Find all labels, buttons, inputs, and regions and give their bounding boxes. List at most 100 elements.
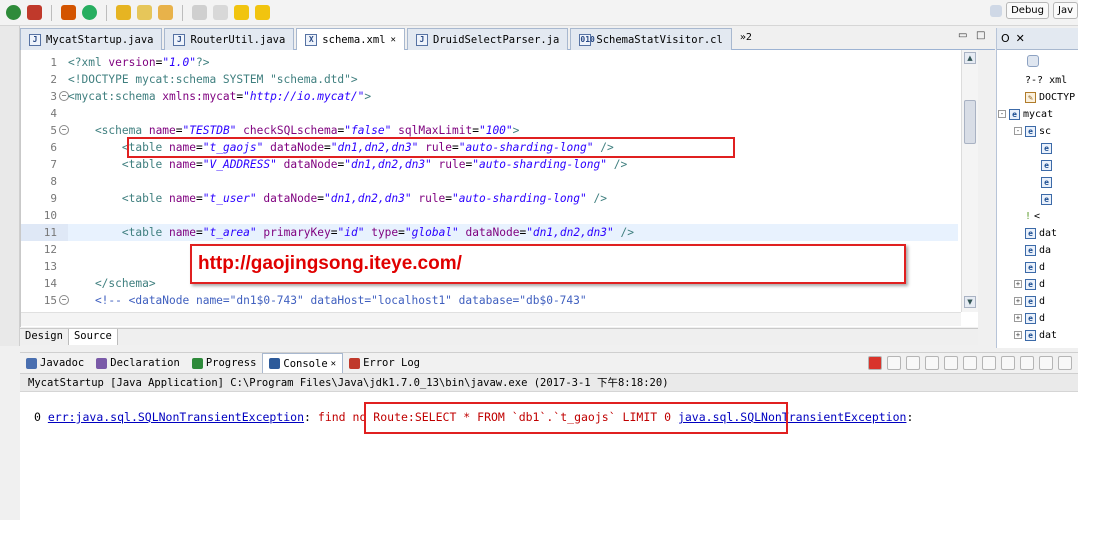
bottom-tab[interactable]: Declaration	[90, 353, 186, 373]
close-icon[interactable]: ✕	[1016, 32, 1025, 45]
terminate-icon[interactable]	[868, 356, 882, 370]
new-class-icon[interactable]	[82, 5, 97, 20]
open-folder-icon[interactable]	[116, 5, 131, 20]
outline-row[interactable]: e	[997, 191, 1078, 208]
code-line[interactable]	[68, 105, 958, 122]
bottom-tab[interactable]: Javadoc	[20, 353, 90, 373]
open-type-icon[interactable]	[137, 5, 152, 20]
outline-row[interactable]: + e d	[997, 293, 1078, 310]
editor-tab[interactable]: 010 SchemaStatVisitor.cl	[570, 28, 732, 50]
debug-perspective-button[interactable]: Debug	[1006, 2, 1049, 19]
bottom-tab[interactable]: Error Log	[343, 353, 426, 373]
collapse-icon[interactable]: -	[998, 110, 1006, 118]
new-package-icon[interactable]	[61, 5, 76, 20]
scroll-up-icon[interactable]: ▲	[964, 52, 976, 64]
outline-panel: O ✕ ?-? xml ✎ DOCTYP - e mycat - e sc e e e e! < e dat e…	[996, 28, 1078, 348]
outline-row[interactable]: e da	[997, 242, 1078, 259]
tab-source[interactable]: Source	[68, 329, 118, 345]
scroll-down-icon[interactable]: ▼	[964, 296, 976, 308]
editor-tab[interactable]: Xschema.xml ✕	[296, 28, 405, 50]
code-token: <table	[68, 226, 170, 239]
code-line[interactable]: <?xml version="1.0"?>	[68, 54, 958, 71]
remove-all-icon[interactable]	[906, 356, 920, 370]
code-line[interactable]: <!-- <dataNode name="dn1$0-743" dataHost…	[68, 292, 958, 309]
outline-row[interactable]: + e dat	[997, 327, 1078, 344]
scroll-lock-icon[interactable]	[944, 356, 958, 370]
bottom-tab[interactable]: Console ✕	[262, 353, 344, 373]
outline-row[interactable]: - e sc	[997, 123, 1078, 140]
editor-tab[interactable]: J RouterUtil.java	[164, 28, 295, 50]
outline-row[interactable]: ?-? xml	[997, 72, 1078, 89]
java-file-icon: J	[173, 33, 186, 46]
editor-horizontal-scrollbar[interactable]	[21, 312, 961, 326]
outline-row[interactable]: ed	[997, 259, 1078, 276]
new-console-icon[interactable]	[1039, 356, 1053, 370]
bottom-tab[interactable]: Progress	[186, 353, 263, 373]
line-number: 12	[43, 243, 57, 256]
editor-vertical-scrollbar[interactable]: ▲ ▼	[961, 50, 978, 312]
outline-row[interactable]: ✎ DOCTYP	[997, 89, 1078, 106]
outline-row-label: sc	[1039, 126, 1052, 137]
pin-icon[interactable]	[213, 5, 228, 20]
external-tools-icon[interactable]	[27, 5, 42, 20]
outline-row-label: dat	[1039, 330, 1058, 341]
annotation-icon[interactable]	[192, 5, 207, 20]
remove-launch-icon[interactable]	[887, 356, 901, 370]
debug-run-icon[interactable]	[6, 5, 21, 20]
xml-element-icon: e	[1025, 312, 1036, 324]
java-perspective-button[interactable]: Jav	[1053, 2, 1078, 19]
show-on-output-icon[interactable]	[982, 356, 996, 370]
scroll-thumb[interactable]	[964, 100, 976, 144]
outline-row[interactable]: e	[997, 140, 1078, 157]
close-icon[interactable]: ✕	[331, 359, 336, 369]
code-line[interactable]: <table name="t_user" dataNode="dn1,dn2,d…	[68, 190, 958, 207]
open-perspective-icon[interactable]	[990, 4, 1003, 17]
outline-row[interactable]: + e d	[997, 276, 1078, 293]
outline-row[interactable]: + e d	[997, 310, 1078, 327]
outline-row[interactable]: e	[997, 157, 1078, 174]
word-wrap-icon[interactable]	[963, 356, 977, 370]
editor-tab[interactable]: J MycatStartup.java	[20, 28, 163, 50]
code-line[interactable]	[68, 207, 958, 224]
clear-console-icon[interactable]	[925, 356, 939, 370]
editor-tab[interactable]: J DruidSelectParser.ja	[406, 28, 569, 50]
display-console-icon[interactable]	[1020, 356, 1034, 370]
bottom-tab-label: Error Log	[363, 357, 420, 369]
view-menu-icon[interactable]	[1058, 356, 1072, 370]
code-token: =	[175, 124, 183, 137]
code-line[interactable]	[68, 173, 958, 190]
back-arrow-icon[interactable]	[234, 5, 249, 20]
collapse-icon[interactable]: -	[1014, 127, 1022, 135]
code-token: dataNode	[263, 192, 318, 205]
expand-icon[interactable]: +	[1014, 297, 1022, 305]
maximize-icon[interactable]: □	[976, 30, 985, 41]
expand-icon[interactable]: +	[1014, 280, 1022, 288]
minimize-icon[interactable]: ▭	[958, 30, 967, 41]
exception-link[interactable]: err:java.sql.SQLNonTransientException	[48, 410, 304, 424]
outline-row[interactable]: e dat	[997, 225, 1078, 242]
search-icon[interactable]	[158, 5, 173, 20]
code-line[interactable]: <mycat:schema xmlns:mycat="http://io.myc…	[68, 88, 958, 105]
highlight-box-error	[364, 402, 788, 434]
outline-row[interactable]: - e mycat	[997, 106, 1078, 123]
code-line[interactable]: <table name="V_ADDRESS" dataNode="dn1,dn…	[68, 156, 958, 173]
close-icon[interactable]: ✕	[391, 35, 396, 45]
pin-console-icon[interactable]	[1001, 356, 1015, 370]
more-tabs-button[interactable]: »2	[734, 28, 758, 49]
xml-editor[interactable]: 1 2 3−4 5−6 7 8 9 10 11 12 13 14 15− <?xml version="…	[20, 50, 978, 327]
outline-tree[interactable]: ?-? xml ✎ DOCTYP - e mycat - e sc e e e e! < e dat e da e d…	[997, 72, 1078, 344]
code-line[interactable]: <!DOCTYPE mycat:schema SYSTEM "schema.dt…	[68, 71, 958, 88]
console-output[interactable]: 0 err:java.sql.SQLNonTransientException:…	[20, 392, 1078, 524]
outline-tab[interactable]: O	[1001, 32, 1010, 45]
tab-design[interactable]: Design	[20, 329, 69, 345]
outline-row[interactable]: ! <	[997, 208, 1078, 225]
forward-arrow-icon[interactable]	[255, 5, 270, 20]
collapse-all-icon[interactable]	[1027, 55, 1039, 67]
outline-row[interactable]: e	[997, 174, 1078, 191]
code-line[interactable]: <table name="t_area" primaryKey="id" typ…	[68, 224, 958, 241]
doctype-icon: ✎	[1025, 91, 1036, 103]
bottom-tab-label: Progress	[205, 357, 257, 369]
expand-icon[interactable]: +	[1014, 331, 1022, 339]
code-token: "TESTDB"	[182, 124, 237, 137]
expand-icon[interactable]: +	[1014, 314, 1022, 322]
